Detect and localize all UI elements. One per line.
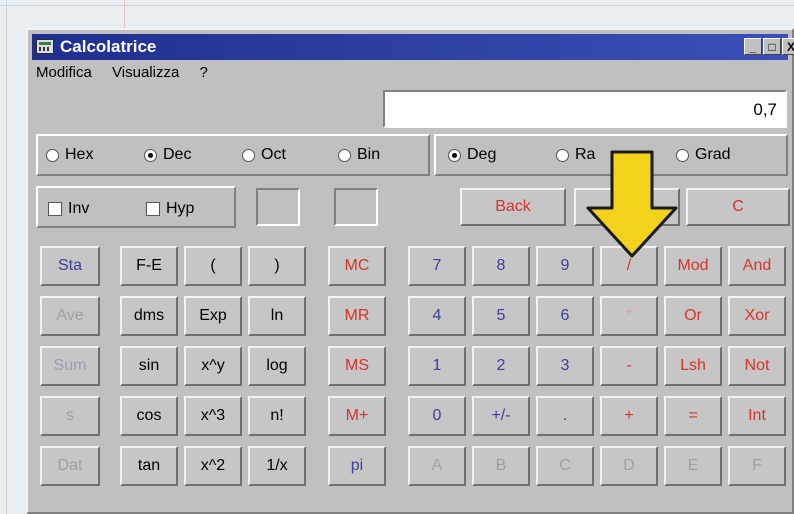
ave-button[interactable]: Ave xyxy=(40,296,100,336)
radio-grad-label: Grad xyxy=(695,146,731,163)
menu-modifica[interactable]: Modifica xyxy=(36,64,92,81)
lsh-button[interactable]: Lsh xyxy=(664,346,722,386)
digit-3-button[interactable]: 3 xyxy=(536,346,594,386)
checkbox-inv-label: Inv xyxy=(68,200,90,217)
s-button[interactable]: s xyxy=(40,396,100,436)
menu-help[interactable]: ? xyxy=(199,64,207,81)
checkbox-hyp[interactable]: Hyp xyxy=(146,200,194,218)
hex-d-button[interactable]: D xyxy=(600,446,658,486)
decimal-button[interactable]: . xyxy=(536,396,594,436)
title-bar[interactable]: Calcolatrice _ □ X xyxy=(32,34,794,60)
radio-hex-indicator xyxy=(46,148,59,162)
clear-button[interactable]: C xyxy=(686,188,790,226)
radio-grad[interactable]: Grad xyxy=(676,146,731,164)
digit-4-button[interactable]: 4 xyxy=(408,296,466,336)
minimize-button[interactable]: _ xyxy=(744,38,762,55)
page-rule-top xyxy=(0,5,794,6)
close-button[interactable]: X xyxy=(782,38,794,55)
tan-button[interactable]: tan xyxy=(120,446,178,486)
equals-button[interactable]: = xyxy=(664,396,722,436)
int-button[interactable]: Int xyxy=(728,396,786,436)
digit-6-button[interactable]: 6 xyxy=(536,296,594,336)
number-base-group: Hex Dec Oct Bin xyxy=(36,134,430,176)
checkbox-inv[interactable]: Inv xyxy=(48,200,89,218)
x-cube-button[interactable]: x^3 xyxy=(184,396,242,436)
radio-deg-indicator xyxy=(448,148,461,162)
radio-rad-indicator xyxy=(556,148,569,162)
radio-bin-indicator xyxy=(338,148,351,162)
radio-dec-label: Dec xyxy=(163,146,192,163)
close-paren-button[interactable]: ) xyxy=(248,246,306,286)
factorial-button[interactable]: n! xyxy=(248,396,306,436)
dms-button[interactable]: dms xyxy=(120,296,178,336)
ms-button[interactable]: MS xyxy=(328,346,386,386)
radio-oct[interactable]: Oct xyxy=(242,146,286,164)
sta-button[interactable]: Sta xyxy=(40,246,100,286)
xor-button[interactable]: Xor xyxy=(728,296,786,336)
radio-dec-indicator xyxy=(144,148,157,162)
radio-dec[interactable]: Dec xyxy=(144,146,191,164)
mc-button[interactable]: MC xyxy=(328,246,386,286)
log-button[interactable]: log xyxy=(248,346,306,386)
sum-button[interactable]: Sum xyxy=(40,346,100,386)
fe-button[interactable]: F-E xyxy=(120,246,178,286)
annotation-arrow-icon xyxy=(586,150,678,258)
radio-bin-label: Bin xyxy=(357,146,381,163)
window-title: Calcolatrice xyxy=(60,37,157,56)
back-button[interactable]: Back xyxy=(460,188,566,226)
page-rule-left xyxy=(6,0,7,514)
add-button[interactable]: + xyxy=(600,396,658,436)
sin-button[interactable]: sin xyxy=(120,346,178,386)
x-square-button[interactable]: x^2 xyxy=(184,446,242,486)
checkbox-hyp-box xyxy=(146,202,160,216)
menu-visualizza[interactable]: Visualizza xyxy=(112,64,179,81)
radio-oct-indicator xyxy=(242,148,255,162)
plus-minus-button[interactable]: +/- xyxy=(472,396,530,436)
reciprocal-button[interactable]: 1/x xyxy=(248,446,306,486)
inv-hyp-group: Inv Hyp xyxy=(36,186,236,228)
radio-deg[interactable]: Deg xyxy=(448,146,496,164)
ln-button[interactable]: ln xyxy=(248,296,306,336)
checkbox-hyp-label: Hyp xyxy=(166,200,195,217)
hex-b-button[interactable]: B xyxy=(472,446,530,486)
x-pow-y-button[interactable]: x^y xyxy=(184,346,242,386)
hex-c-button[interactable]: C xyxy=(536,446,594,486)
m-plus-button[interactable]: M+ xyxy=(328,396,386,436)
radio-hex[interactable]: Hex xyxy=(46,146,93,164)
not-button[interactable]: Not xyxy=(728,346,786,386)
radio-bin[interactable]: Bin xyxy=(338,146,380,164)
maximize-button[interactable]: □ xyxy=(763,38,781,55)
digit-8-button[interactable]: 8 xyxy=(472,246,530,286)
digit-7-button[interactable]: 7 xyxy=(408,246,466,286)
result-display: 0,7 xyxy=(383,90,787,128)
and-button[interactable]: And xyxy=(728,246,786,286)
paren-indicator-box xyxy=(334,188,378,226)
radio-hex-label: Hex xyxy=(65,146,94,163)
radio-oct-label: Oct xyxy=(261,146,286,163)
cos-button[interactable]: cos xyxy=(120,396,178,436)
hex-f-button[interactable]: F xyxy=(728,446,786,486)
radio-deg-label: Deg xyxy=(467,146,497,163)
memory-indicator-box xyxy=(256,188,300,226)
hex-a-button[interactable]: A xyxy=(408,446,466,486)
exp-button[interactable]: Exp xyxy=(184,296,242,336)
hex-e-button[interactable]: E xyxy=(664,446,722,486)
calculator-app-icon xyxy=(36,39,54,54)
dat-button[interactable]: Dat xyxy=(40,446,100,486)
open-paren-button[interactable]: ( xyxy=(184,246,242,286)
digit-1-button[interactable]: 1 xyxy=(408,346,466,386)
digit-5-button[interactable]: 5 xyxy=(472,296,530,336)
menu-bar: Modifica Visualizza ? xyxy=(36,64,224,86)
digit-0-button[interactable]: 0 xyxy=(408,396,466,436)
multiply-button[interactable]: * xyxy=(600,296,658,336)
checkbox-inv-box xyxy=(48,202,62,216)
pi-button[interactable]: pi xyxy=(328,446,386,486)
or-button[interactable]: Or xyxy=(664,296,722,336)
digit-2-button[interactable]: 2 xyxy=(472,346,530,386)
calculator-window: Calcolatrice _ □ X Modifica Visualizza ?… xyxy=(26,28,794,514)
mr-button[interactable]: MR xyxy=(328,296,386,336)
subtract-button[interactable]: - xyxy=(600,346,658,386)
